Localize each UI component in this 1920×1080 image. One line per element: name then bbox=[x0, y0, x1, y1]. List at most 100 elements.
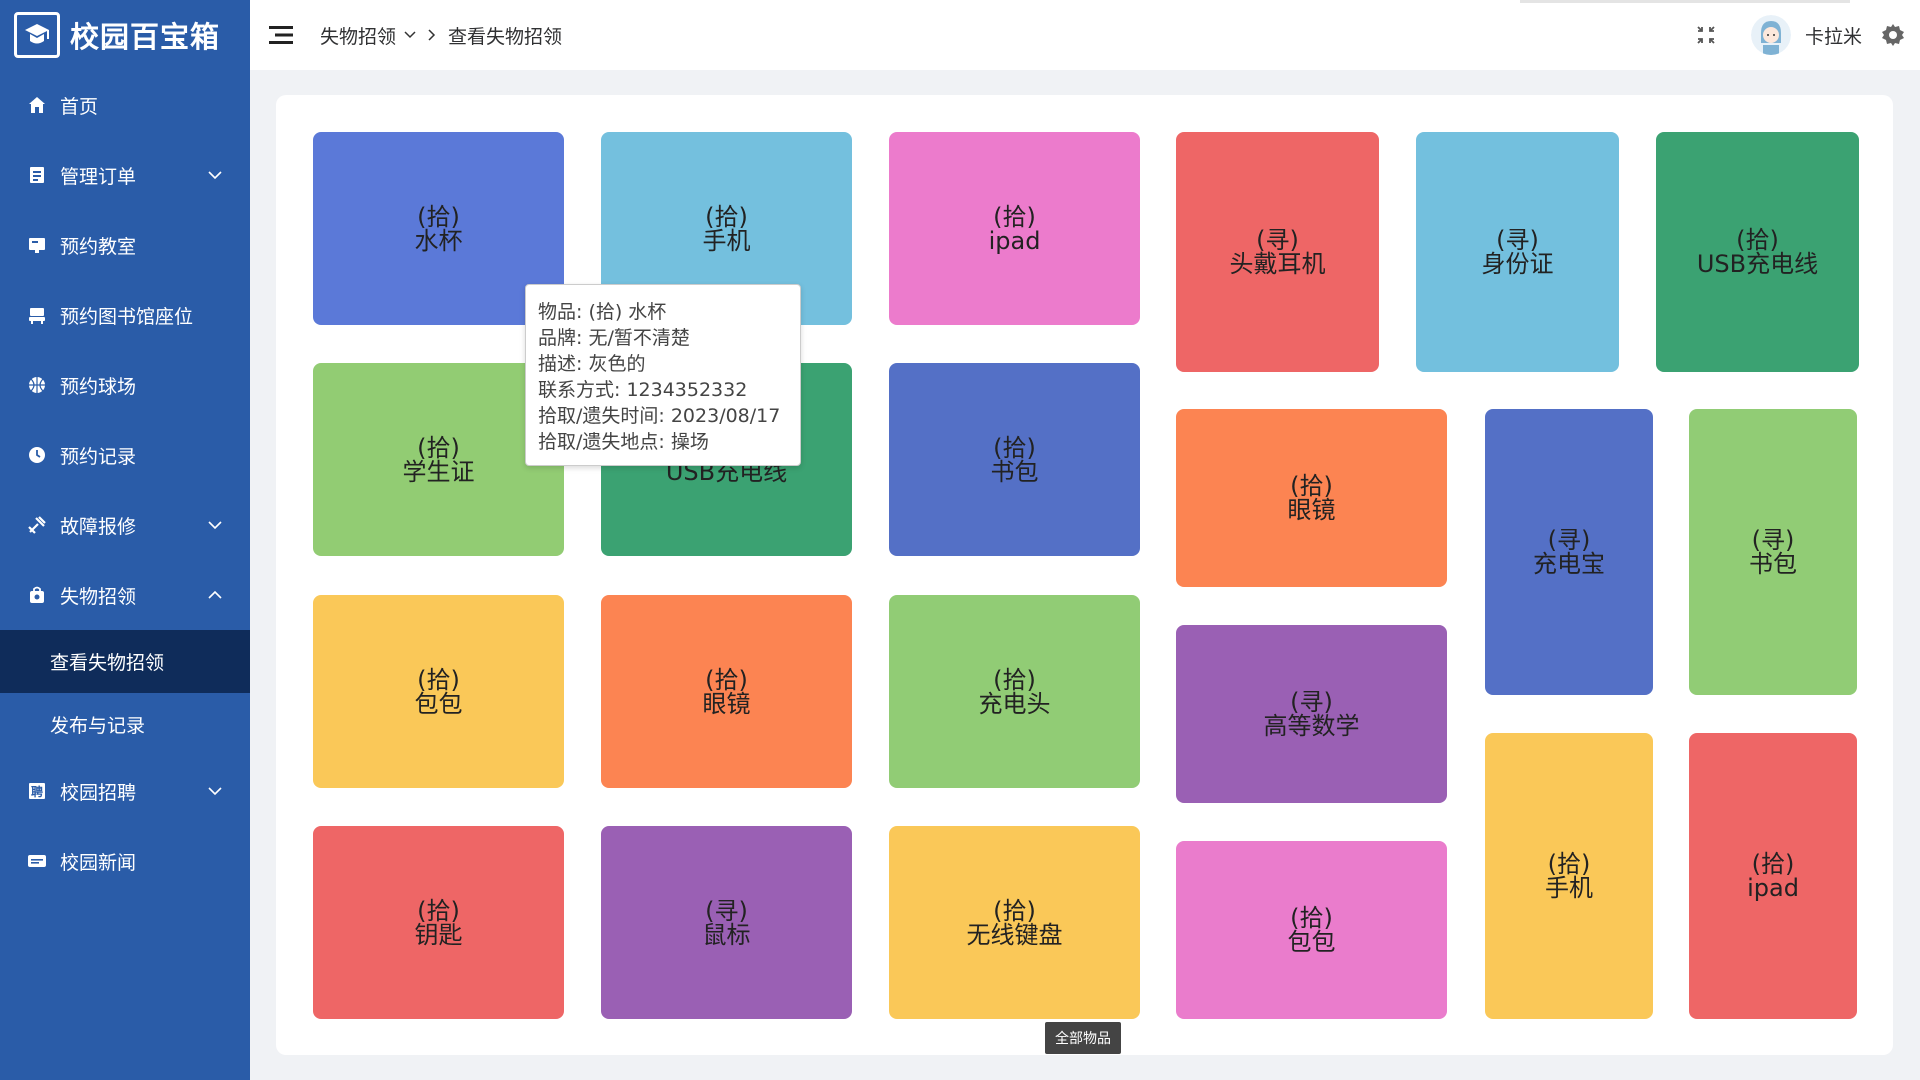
sidebar-item-label: 校园新闻 bbox=[60, 851, 137, 874]
tile-tag: (拾) bbox=[993, 896, 1036, 925]
tile-tag: (寻) bbox=[1496, 226, 1539, 254]
chevron-down-icon bbox=[208, 168, 222, 182]
chevron-up-icon bbox=[208, 588, 222, 602]
tile-item-name: 学生证 bbox=[402, 457, 475, 486]
sidebar-item-news[interactable]: 校园新闻 bbox=[0, 826, 250, 896]
sidebar-subitem-publish-records[interactable]: 发布与记录 bbox=[0, 693, 250, 756]
gear-icon[interactable] bbox=[1880, 22, 1906, 48]
header-actions: 卡拉米 bbox=[1693, 0, 1920, 70]
library-seat-icon bbox=[26, 304, 48, 326]
tile-item-name: 书包 bbox=[1749, 550, 1797, 578]
tile-item-name: ipad bbox=[1747, 874, 1799, 902]
home-icon bbox=[26, 94, 48, 116]
sidebar-item-classroom[interactable]: 预约教室 bbox=[0, 210, 250, 280]
tooltip-line: 物品: (拾) 水杯 bbox=[538, 301, 667, 323]
tile-item-name: 鼠标 bbox=[702, 920, 751, 949]
sidebar-subitem-view-lost-found[interactable]: 查看失物招领 bbox=[0, 630, 250, 693]
tooltip-line: 品牌: 无/暂不清楚 bbox=[538, 327, 690, 349]
tile-tag: (拾) bbox=[993, 202, 1036, 231]
fullscreen-exit-icon[interactable] bbox=[1693, 22, 1719, 48]
tile-item-name: 手机 bbox=[702, 226, 751, 255]
tile-tag: (寻) bbox=[705, 896, 748, 925]
tile-item-name: USB充电线 bbox=[1696, 250, 1819, 278]
all-items-label[interactable]: 全部物品 bbox=[1045, 1022, 1121, 1054]
breadcrumb-current: 查看失物招领 bbox=[448, 25, 563, 48]
sidebar-item-orders[interactable]: 管理订单 bbox=[0, 140, 250, 210]
tile-tag: (拾) bbox=[417, 896, 460, 925]
logo-icon bbox=[14, 12, 60, 58]
tooltip-line: 联系方式: 1234352332 bbox=[538, 379, 748, 401]
lost-item-tile[interactable]: (拾) 眼镜 bbox=[601, 595, 852, 788]
sidebar-item-library-seat[interactable]: 预约图书馆座位 bbox=[0, 280, 250, 350]
tooltip-line: 拾取/遗失地点: 操场 bbox=[538, 431, 709, 453]
sidebar-item-lost-found[interactable]: 失物招领 bbox=[0, 560, 250, 630]
tile-tag: (拾) bbox=[1751, 850, 1795, 878]
tile-item-name: 包包 bbox=[1287, 928, 1336, 956]
lost-item-tile[interactable]: (拾) 眼镜 bbox=[1176, 409, 1447, 587]
tile-tag: (拾) bbox=[417, 433, 460, 462]
sidebar-item-label: 预约球场 bbox=[60, 375, 137, 398]
lost-item-tile[interactable]: (拾) 充电头 bbox=[889, 595, 1140, 788]
sidebar-item-label: 预约教室 bbox=[60, 235, 137, 258]
sidebar-item-label: 预约记录 bbox=[60, 445, 137, 468]
chevron-down-icon bbox=[404, 31, 416, 39]
lost-item-tile[interactable]: (拾) 无线键盘 bbox=[889, 826, 1140, 1019]
tile-item-name: 充电宝 bbox=[1533, 550, 1605, 578]
tile-item-name: 书包 bbox=[990, 457, 1039, 486]
lost-item-tile[interactable]: (拾)USB充电线 bbox=[1656, 132, 1859, 372]
sidebar-item-label: 故障报修 bbox=[60, 515, 137, 538]
tile-tag: (拾) bbox=[705, 202, 748, 231]
tile-tag: (拾) bbox=[1290, 472, 1333, 500]
classroom-icon bbox=[26, 234, 48, 256]
tile-tag: (拾) bbox=[417, 665, 460, 694]
lost-item-tile[interactable]: (寻) 头戴耳机 bbox=[1176, 132, 1379, 372]
sidebar-item-recruit[interactable]: 聘 校园招聘 bbox=[0, 756, 250, 826]
sidebar-subitem-label: 查看失物招领 bbox=[50, 652, 165, 674]
sidebar-item-repair[interactable]: 故障报修 bbox=[0, 490, 250, 560]
ball-icon bbox=[26, 374, 48, 396]
lost-item-tile[interactable]: (寻) 身份证 bbox=[1416, 132, 1619, 372]
tile-item-name: 水杯 bbox=[414, 226, 463, 255]
app-logo[interactable]: 校园百宝箱 bbox=[0, 0, 250, 70]
lost-item-tile[interactable]: (拾) ipad bbox=[889, 132, 1140, 325]
lost-item-tile[interactable]: (拾) 书包 bbox=[889, 363, 1140, 556]
lost-item-tile[interactable]: (寻) 鼠标 bbox=[601, 826, 852, 1019]
tile-tag: (寻) bbox=[1256, 226, 1299, 254]
chevron-down-icon bbox=[208, 784, 222, 798]
tile-item-name: 包包 bbox=[414, 689, 463, 718]
chevron-down-icon bbox=[208, 518, 222, 532]
bag-icon bbox=[26, 584, 48, 606]
app-title: 校园百宝箱 bbox=[70, 20, 221, 54]
avatar[interactable] bbox=[1750, 15, 1791, 55]
lost-item-tile[interactable]: (寻) 书包 bbox=[1689, 409, 1857, 695]
tile-tag: (拾) bbox=[1736, 226, 1779, 254]
order-icon bbox=[26, 164, 48, 186]
tile-item-name: 高等数学 bbox=[1263, 712, 1360, 740]
sidebar-item-home[interactable]: 首页 bbox=[0, 70, 250, 140]
lost-item-tile[interactable]: (寻) 充电宝 bbox=[1485, 409, 1653, 695]
clock-icon bbox=[26, 444, 48, 466]
tile-item-name: 头戴耳机 bbox=[1229, 250, 1326, 278]
lost-item-tile[interactable]: (寻) 高等数学 bbox=[1176, 625, 1447, 803]
sidebar-item-label: 首页 bbox=[60, 95, 99, 118]
lost-item-tile[interactable]: (拾) ipad bbox=[1689, 733, 1857, 1019]
lost-item-tile[interactable]: (拾) 包包 bbox=[1176, 841, 1447, 1019]
menu-toggle-icon[interactable] bbox=[268, 22, 294, 48]
tile-item-name: 手机 bbox=[1545, 874, 1593, 902]
sidebar-item-label: 校园招聘 bbox=[60, 781, 137, 804]
lost-item-tile[interactable]: (拾) 手机 bbox=[1485, 733, 1653, 1019]
tile-tag: (寻) bbox=[1751, 526, 1795, 554]
lost-item-tile[interactable]: (拾) 包包 bbox=[313, 595, 564, 788]
tile-tag: (寻) bbox=[1290, 688, 1333, 716]
lost-found-board: (拾)水杯(拾)手机(拾)ipad(拾)学生证(拾)USB充电线(拾)书包(拾)… bbox=[276, 95, 1893, 1055]
item-tooltip: 物品: (拾) 水杯 品牌: 无/暂不清楚 描述: 灰色的 联系方式: 1234… bbox=[525, 284, 801, 466]
breadcrumb-lost-found[interactable]: 失物招领 bbox=[320, 22, 416, 49]
tile-item-name: 眼镜 bbox=[1287, 496, 1336, 524]
top-header: 失物招领 查看失物招领 卡拉米 bbox=[250, 0, 1920, 70]
sidebar-item-court[interactable]: 预约球场 bbox=[0, 350, 250, 420]
username[interactable]: 卡拉米 bbox=[1805, 22, 1862, 49]
breadcrumb: 失物招领 查看失物招领 bbox=[320, 22, 562, 49]
lost-item-tile[interactable]: (拾) 钥匙 bbox=[313, 826, 564, 1019]
sidebar-item-records[interactable]: 预约记录 bbox=[0, 420, 250, 490]
svg-text:聘: 聘 bbox=[31, 784, 43, 799]
